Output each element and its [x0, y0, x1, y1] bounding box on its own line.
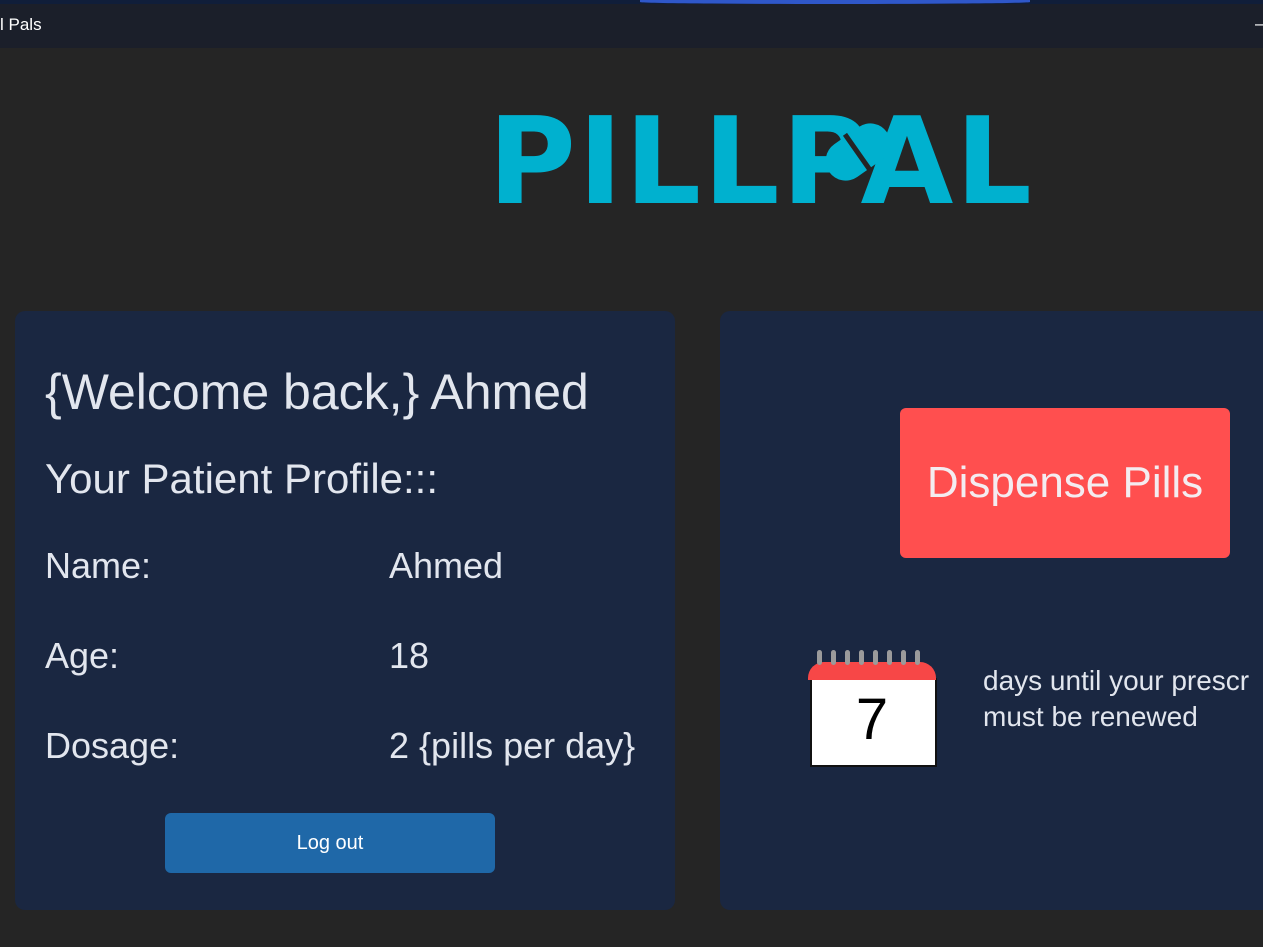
days-remaining: 7 — [855, 687, 889, 752]
renewal-line-1: days until your prescr — [983, 665, 1250, 696]
dosage-value: 2 {pills per day} — [389, 725, 636, 766]
profile-panel: {Welcome back,} Ahmed Your Patient Profi… — [15, 311, 675, 910]
name-label: Name: — [45, 545, 152, 586]
actions-panel: Dispense Pills 7 days until your prescr … — [720, 311, 1263, 910]
calendar-rings — [817, 650, 929, 670]
renewal-text: days until your prescr must be renewed — [983, 663, 1249, 735]
dosage-label: Dosage: — [45, 725, 180, 766]
profile-heading: Your Patient Profile::: — [45, 455, 439, 502]
name-value: Ahmed — [389, 545, 504, 586]
dispense-pills-button[interactable]: Dispense Pills — [900, 408, 1230, 558]
window-titlebar[interactable]: l Pals – — [0, 4, 1263, 48]
logo-text: PILLPAL — [488, 100, 1034, 226]
renewal-line-2: must be renewed — [983, 701, 1198, 732]
pillpal-logo: PILLPAL — [488, 100, 1032, 226]
minimize-button[interactable]: – — [1255, 14, 1263, 34]
calendar-icon: 7 — [808, 650, 937, 768]
pill-icon — [825, 123, 891, 181]
window-title: l Pals — [0, 15, 42, 34]
logout-button[interactable]: Log out — [165, 813, 495, 873]
age-value: 18 — [389, 635, 430, 676]
age-label: Age: — [45, 635, 120, 676]
welcome-heading: {Welcome back,} Ahmed — [45, 364, 589, 420]
